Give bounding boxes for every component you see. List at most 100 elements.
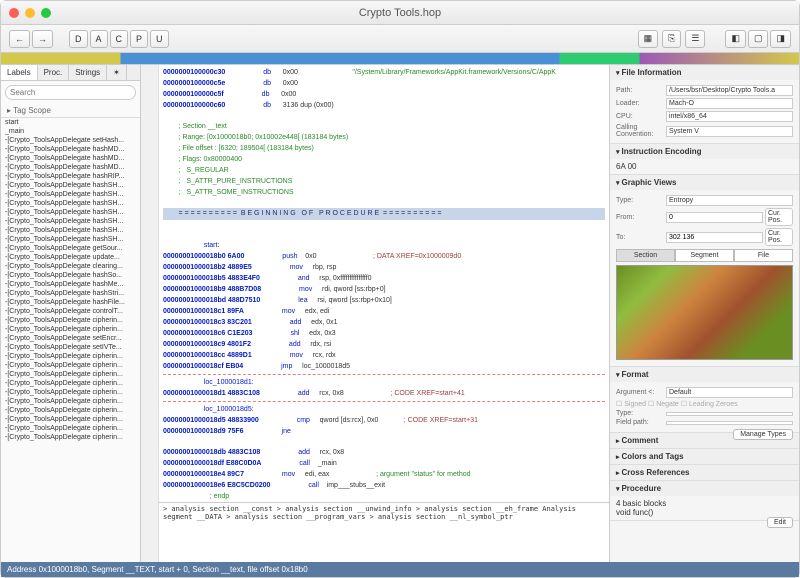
symbol-item[interactable]: -[Crypto_ToolsAppDelegate cipherin...	[1, 433, 140, 442]
mode-a-button[interactable]: A	[90, 30, 108, 48]
panel-middle-button[interactable]: ▢	[748, 30, 769, 48]
file-info-header[interactable]: File Information	[610, 65, 799, 80]
entropy-type-select[interactable]: Entropy	[666, 195, 793, 206]
symbol-item[interactable]: -[Crypto_ToolsAppDelegate hashSo...	[1, 271, 140, 280]
output-console[interactable]: > analysis section __const > analysis se…	[159, 502, 609, 562]
titlebar: Crypto Tools.hop	[1, 1, 799, 25]
symbol-item[interactable]: -[Crypto_ToolsAppDelegate clearing...	[1, 262, 140, 271]
symbol-item[interactable]: -[Crypto_ToolsAppDelegate controlT...	[1, 307, 140, 316]
to-curpos-button[interactable]: Cur. Pos.	[765, 228, 793, 246]
instruction-bytes: 6A 00	[610, 159, 799, 174]
from-curpos-button[interactable]: Cur. Pos.	[765, 208, 793, 226]
disassembly-area: 0000000100000c30 db 0x00 "/System/Librar…	[159, 65, 609, 562]
symbol-item[interactable]: _main	[1, 127, 140, 136]
mode-c-button[interactable]: C	[110, 30, 129, 48]
proc-blocks: 4 basic blocks	[616, 499, 793, 508]
disassembly-view[interactable]: 0000000100000c30 db 0x00 "/System/Librar…	[159, 65, 609, 502]
nav-forward-button[interactable]: →	[32, 30, 53, 48]
graphic-views-header[interactable]: Graphic Views	[610, 175, 799, 190]
symbol-item[interactable]: -[Crypto_ToolsAppDelegate hashSH...	[1, 226, 140, 235]
symbol-item[interactable]: -[Crypto_ToolsAppDelegate hashSH...	[1, 199, 140, 208]
symbol-item[interactable]: -[Crypto_ToolsAppDelegate cipherin...	[1, 379, 140, 388]
cross-references-header[interactable]: Cross References	[610, 465, 799, 480]
symbols-list: start_main-[Crypto_ToolsAppDelegate setH…	[1, 118, 140, 562]
procedure-header[interactable]: Procedure	[610, 481, 799, 496]
edit-proc-button[interactable]: Edit	[767, 517, 793, 528]
zoom-icon[interactable]	[41, 8, 51, 18]
calling-convention-select[interactable]: System V	[666, 126, 793, 137]
symbols-panel: LabelsProc.Strings✶ ▸ Tag Scope start_ma…	[1, 65, 141, 562]
cpu-value: intel/x86_64	[666, 111, 793, 122]
symbol-item[interactable]: -[Crypto_ToolsAppDelegate setIVTe...	[1, 343, 140, 352]
panel-left-button[interactable]: ◧	[725, 30, 746, 48]
minimize-icon[interactable]	[25, 8, 35, 18]
proc-signature: void func()	[616, 508, 793, 517]
symbol-item[interactable]: -[Crypto_ToolsAppDelegate cipherin...	[1, 424, 140, 433]
inspector-panel: File Information Path:/Users/bsr/Desktop…	[609, 65, 799, 562]
symbol-item[interactable]: -[Crypto_ToolsAppDelegate hashSH...	[1, 235, 140, 244]
symbol-item[interactable]: -[Crypto_ToolsAppDelegate setHash...	[1, 136, 140, 145]
symbol-item[interactable]: -[Crypto_ToolsAppDelegate cipherin...	[1, 352, 140, 361]
tool-button[interactable]: ⎘	[662, 30, 681, 48]
symbol-item[interactable]: -[Crypto_ToolsAppDelegate update...	[1, 253, 140, 262]
tool-button[interactable]: ▦	[638, 30, 659, 48]
symbol-item[interactable]: -[Crypto_ToolsAppDelegate cipherin...	[1, 361, 140, 370]
scope-section-button[interactable]: Section	[616, 249, 675, 262]
symbol-item[interactable]: -[Crypto_ToolsAppDelegate hashMD...	[1, 163, 140, 172]
from-input[interactable]	[666, 212, 763, 223]
symbol-item[interactable]: -[Crypto_ToolsAppDelegate cipherin...	[1, 325, 140, 334]
status-bar: Address 0x1000018b0, Segment __TEXT, sta…	[1, 562, 799, 577]
symbol-item[interactable]: -[Crypto_ToolsAppDelegate getSour...	[1, 244, 140, 253]
symbol-item[interactable]: -[Crypto_ToolsAppDelegate hashSH...	[1, 217, 140, 226]
symbol-item[interactable]: -[Crypto_ToolsAppDelegate cipherin...	[1, 406, 140, 415]
mode-d-button[interactable]: D	[69, 30, 88, 48]
sidebar-tab[interactable]: Labels	[1, 65, 38, 80]
type-select[interactable]	[666, 412, 793, 416]
sidebar-tab[interactable]: ✶	[107, 65, 127, 80]
symbol-item[interactable]: -[Crypto_ToolsAppDelegate hashMe...	[1, 280, 140, 289]
tag-scope[interactable]: ▸ Tag Scope	[1, 104, 140, 118]
nav-back-button[interactable]: ←	[9, 30, 30, 48]
navigation-bar[interactable]	[1, 53, 799, 65]
scope-file-button[interactable]: File	[734, 249, 793, 262]
symbol-item[interactable]: -[Crypto_ToolsAppDelegate hashRIP...	[1, 172, 140, 181]
search-input[interactable]	[5, 85, 136, 100]
window-controls	[9, 8, 51, 18]
mode-p-button[interactable]: P	[130, 30, 148, 48]
symbol-item[interactable]: -[Crypto_ToolsAppDelegate hashStri...	[1, 289, 140, 298]
symbol-item[interactable]: -[Crypto_ToolsAppDelegate cipherin...	[1, 370, 140, 379]
colors-tags-header[interactable]: Colors and Tags	[610, 449, 799, 464]
loader-value: Mach-O	[666, 98, 793, 109]
sidebar-tabs: LabelsProc.Strings✶	[1, 65, 140, 81]
cfg-gutter	[141, 65, 159, 562]
entropy-view[interactable]	[616, 265, 793, 360]
to-input[interactable]	[666, 232, 763, 243]
symbol-item[interactable]: -[Crypto_ToolsAppDelegate hashSH...	[1, 190, 140, 199]
manage-types-button[interactable]: Manage Types	[733, 429, 793, 440]
argument-select[interactable]: Default	[666, 387, 793, 398]
window-title: Crypto Tools.hop	[359, 7, 441, 19]
sidebar-tab[interactable]: Strings	[69, 65, 107, 80]
panel-right-button[interactable]: ◨	[770, 30, 791, 48]
format-header[interactable]: Format	[610, 367, 799, 382]
symbol-item[interactable]: start	[1, 118, 140, 127]
symbol-item[interactable]: -[Crypto_ToolsAppDelegate cipherin...	[1, 388, 140, 397]
symbol-item[interactable]: -[Crypto_ToolsAppDelegate hashSH...	[1, 181, 140, 190]
symbol-item[interactable]: -[Crypto_ToolsAppDelegate hashMD...	[1, 154, 140, 163]
symbol-item[interactable]: -[Crypto_ToolsAppDelegate hashSH...	[1, 208, 140, 217]
close-icon[interactable]	[9, 8, 19, 18]
symbol-item[interactable]: -[Crypto_ToolsAppDelegate cipherin...	[1, 316, 140, 325]
field-path[interactable]	[666, 421, 793, 425]
toolbar: ← → DACPU ▦ ⎘ ☰ ◧ ▢ ◨	[1, 25, 799, 53]
instruction-encoding-header[interactable]: Instruction Encoding	[610, 144, 799, 159]
scope-segment-button[interactable]: Segment	[675, 249, 734, 262]
mode-u-button[interactable]: U	[150, 30, 169, 48]
symbol-item[interactable]: -[Crypto_ToolsAppDelegate cipherin...	[1, 415, 140, 424]
sidebar-tab[interactable]: Proc.	[38, 65, 70, 80]
symbol-item[interactable]: -[Crypto_ToolsAppDelegate cipherin...	[1, 397, 140, 406]
symbol-item[interactable]: -[Crypto_ToolsAppDelegate hashMD...	[1, 145, 140, 154]
tool-button[interactable]: ☰	[685, 30, 705, 48]
file-path: /Users/bsr/Desktop/Crypto Tools.a	[666, 85, 793, 96]
symbol-item[interactable]: -[Crypto_ToolsAppDelegate hashFile...	[1, 298, 140, 307]
symbol-item[interactable]: -[Crypto_ToolsAppDelegate setEncr...	[1, 334, 140, 343]
